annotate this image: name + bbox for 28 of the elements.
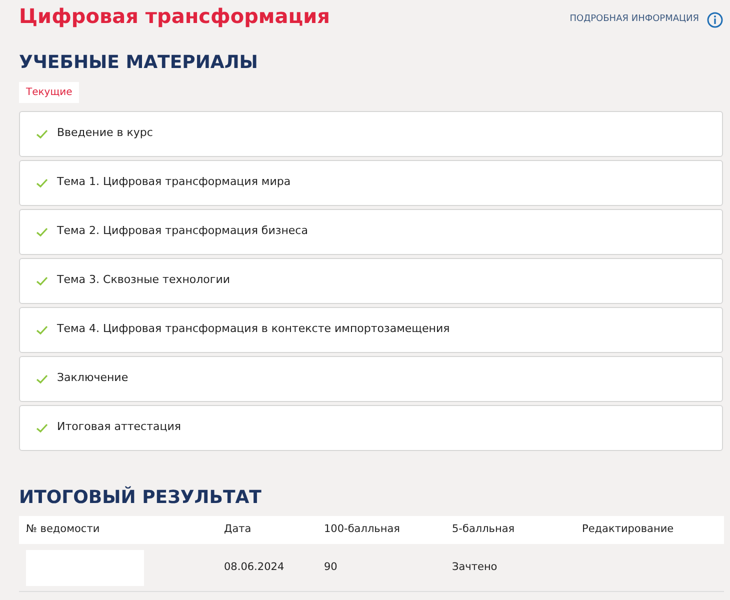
item-label: Тема 1. Цифровая трансформация мира: [57, 174, 291, 190]
column-header: Редактирование: [575, 516, 724, 544]
section-heading: УЧЕБНЫЕ МАТЕРИАЛЫ: [19, 52, 259, 74]
item-label: Тема 2. Цифровая трансформация бизнеса: [57, 223, 308, 240]
course-item[interactable]: Тема 3. Сквозные технологии: [19, 258, 723, 304]
section-heading: ИТОГОВЫЙ РЕЗУЛЬТАТ: [19, 486, 262, 508]
info-link[interactable]: ПОДРОБНАЯ ИНФОРМАЦИЯ: [570, 13, 699, 27]
item-label: Заключение: [57, 370, 128, 386]
table-cell: 90: [324, 560, 338, 573]
column-header: 5-балльная: [445, 516, 575, 544]
column-header: 100-балльная: [317, 516, 445, 544]
column-header: № ведомости: [19, 516, 217, 544]
item-label: Введение в курс: [57, 125, 153, 142]
course-item[interactable]: Введение в курс: [19, 110, 723, 157]
course-item[interactable]: Итоговая аттестация: [19, 404, 723, 451]
item-label: Тема 4. Цифровая трансформация в контексте импортозамещения: [57, 321, 450, 338]
item-label: Итоговая аттестация: [57, 419, 181, 436]
tab[interactable]: Текущие: [19, 82, 80, 103]
info-icon[interactable]: [707, 12, 723, 28]
table-cell: Зачтено: [452, 560, 498, 573]
item-label: Тема 3. Сквозные технологии: [57, 272, 230, 288]
course-item[interactable]: Тема 2. Цифровая трансформация бизнеса: [19, 208, 723, 255]
column-header: Дата: [217, 516, 317, 544]
course-item[interactable]: Заключение: [19, 356, 723, 402]
page-title: Цифровая трансформация: [19, 4, 330, 28]
course-item[interactable]: Тема 1. Цифровая трансформация мира: [19, 160, 723, 206]
course-item[interactable]: Тема 4. Цифровая трансформация в контексте импортозамещения: [19, 306, 723, 353]
table-cell: 08.06.2024: [224, 560, 284, 573]
